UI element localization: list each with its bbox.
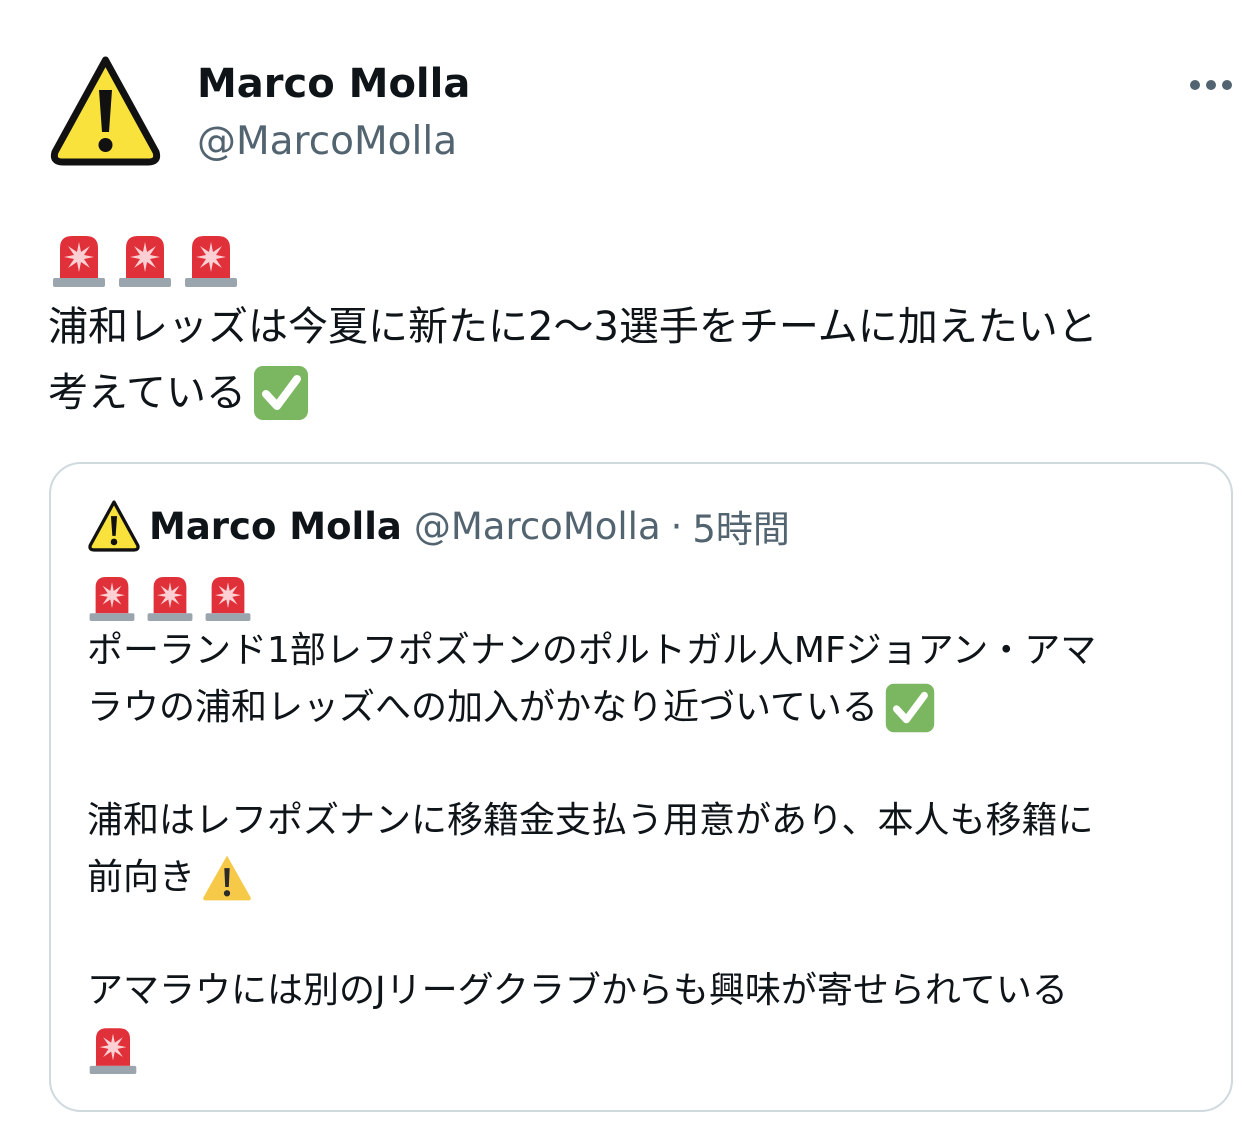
quoted-text-line: 前向き bbox=[87, 857, 196, 898]
police-siren-icon bbox=[147, 577, 193, 621]
separator-dot: · bbox=[670, 504, 683, 548]
tweet-siren-emojis bbox=[50, 228, 240, 288]
tweet-text-line-with-emoji: 考えている bbox=[48, 360, 1238, 426]
quoted-text-line-with-emoji: ラウの浦和レッズへの加入がかなり近づいている bbox=[87, 679, 1207, 736]
quoted-author-handle: @MarcoMolla bbox=[413, 504, 661, 548]
quoted-text-line: ポーランド1部レフポズナンのポルトガル人MFジョアン・アマ bbox=[87, 630, 1097, 671]
more-options-button[interactable] bbox=[1188, 70, 1234, 100]
quoted-author-name: Marco Molla bbox=[149, 504, 402, 548]
more-options-icon bbox=[1190, 80, 1232, 90]
author-handle[interactable]: @MarcoMolla bbox=[197, 116, 457, 168]
author-avatar[interactable] bbox=[48, 52, 163, 170]
tweet-text-line: 浦和レッズは今夏に新たに2〜3選手をチームに加えたいと bbox=[48, 304, 1098, 350]
warning-sign-icon bbox=[203, 855, 251, 900]
quoted-timestamp: 5時間 bbox=[692, 508, 790, 551]
quoted-text-line: アマラウには別のJリーグクラブからも興味が寄せられている bbox=[87, 970, 1068, 1011]
quoted-text-line: 浦和はレフポズナンに移籍金支払う用意があり、本人も移籍に bbox=[87, 800, 1094, 841]
quoted-tweet-card[interactable]: Marco Molla @MarcoMolla · 5時間 ポーランド1部レフポ… bbox=[49, 462, 1233, 1112]
quoted-tweet-text: ポーランド1部レフポズナンのポルトガル人MFジョアン・アマ ラウの浦和レッズへの… bbox=[87, 622, 1207, 1076]
police-siren-icon bbox=[89, 577, 135, 621]
warning-sign-icon bbox=[50, 56, 161, 166]
quoted-text-line-with-emoji: 前向き bbox=[87, 849, 1207, 906]
quoted-text-line: ラウの浦和レッズへの加入がかなり近づいている bbox=[87, 687, 878, 728]
author-name[interactable]: Marco Molla bbox=[197, 58, 470, 110]
police-siren-icon bbox=[185, 236, 237, 287]
warning-sign-icon bbox=[88, 500, 140, 552]
quoted-siren-emojis bbox=[87, 570, 253, 622]
police-siren-icon bbox=[119, 236, 171, 287]
police-siren-icon bbox=[205, 577, 251, 621]
quoted-final-emoji-line bbox=[87, 1019, 1207, 1076]
police-siren-icon bbox=[89, 1027, 137, 1074]
tweet-text-line: 考えている bbox=[48, 370, 246, 416]
check-mark-button-icon bbox=[254, 366, 308, 420]
police-siren-icon bbox=[53, 236, 105, 287]
quoted-tweet-header: Marco Molla @MarcoMolla · 5時間 bbox=[87, 498, 790, 554]
tweet-text: 浦和レッズは今夏に新たに2〜3選手をチームに加えたいと 考えている bbox=[48, 294, 1238, 426]
check-mark-button-icon bbox=[885, 683, 935, 732]
